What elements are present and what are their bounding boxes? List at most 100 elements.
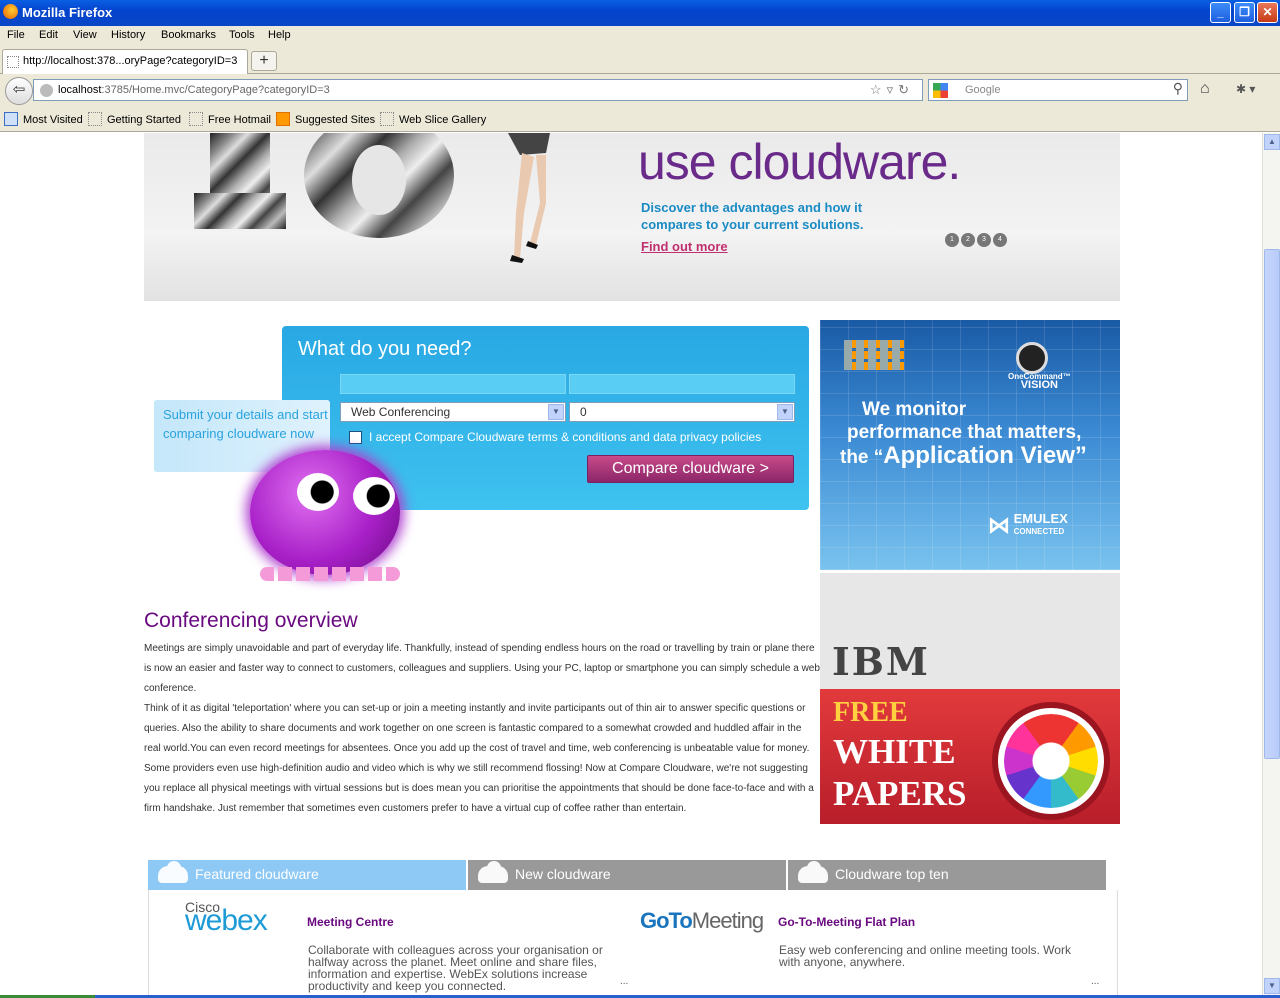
cisco-webex-logo[interactable]: Cisco webex [185,900,268,936]
product-description: Collaborate with colleagues across your … [308,943,603,993]
overview-title: Conferencing overview [144,609,358,632]
ad-line-3-app: Application View [883,442,1075,469]
search-icon[interactable]: ⚲ [1173,80,1183,97]
businesswoman-image [508,133,550,263]
product-name[interactable]: Go-To-Meeting Flat Plan [778,915,915,929]
chevron-down-icon[interactable]: ▼ [777,404,793,420]
overview-body: Meetings are simply unavoidable and part… [144,639,820,819]
tab-label: New cloudware [515,866,611,882]
address-bar[interactable]: localhost:3785/Home.mvc/CategoryPage?cat… [33,79,923,101]
browser-tab[interactable]: http://localhost:378...oryPage?categoryI… [2,49,248,74]
find-out-more-link[interactable]: Find out more [641,239,728,254]
users-value: 0 [580,405,587,419]
back-button[interactable]: ⇦ [5,77,33,105]
menu-edit[interactable]: Edit [39,29,58,41]
dropdown-arrow-icon[interactable]: ▿ [887,82,899,97]
bookmark-most-visited[interactable]: Most Visited [23,114,83,126]
gotomeeting-logo[interactable]: GoToMeeting [640,908,764,934]
cloud-icon [478,861,508,883]
search-box[interactable]: Google ⚲ [928,79,1188,101]
chevron-down-icon[interactable]: ▼ [548,404,564,420]
banner-headline: use cloudware. [638,134,961,190]
bookmark-icon [88,112,102,126]
overview-paragraph: Meetings are simply unavoidable and part… [144,643,820,694]
tab-title: http://localhost:378...oryPage?categoryI… [23,55,238,67]
scrollbar-thumb[interactable] [1264,249,1280,759]
more-link[interactable]: ... [1091,976,1099,987]
ad-line-3-post: ” [1074,442,1087,469]
slide-dot[interactable]: 3 [977,233,991,247]
hero-banner: use cloudware. Discover the advantages a… [144,133,1120,301]
menu-tools[interactable]: Tools [229,29,255,41]
overview-paragraph: Some providers even use high-definition … [144,763,814,814]
emulex-logo: ⋈ EMULEX CONNECTED [988,511,1068,538]
menu-help[interactable]: Help [268,29,291,41]
page-content: use cloudware. Discover the advantages a… [0,133,1262,995]
category-select[interactable]: Web Conferencing ▼ [340,402,566,422]
bookmarks-toolbar: Most Visited Getting Started Free Hotmai… [0,108,1280,132]
slide-dot[interactable]: 1 [945,233,959,247]
slide-dot[interactable]: 2 [961,233,975,247]
home-icon[interactable]: ⌂ [1200,80,1210,98]
emulex-ad[interactable]: OneCommand™ VISION We monitor performanc… [820,320,1120,570]
cubes-graphic [844,340,904,370]
emulex-brand: EMULEX [1013,511,1068,526]
reload-icon[interactable]: ↻ [898,82,914,97]
tab-cloudware-top-ten[interactable]: Cloudware top ten [788,860,1106,890]
menu-view[interactable]: View [73,29,97,41]
product-name[interactable]: Meeting Centre [307,915,394,929]
ad-free-text: FREE [833,697,908,728]
firefox-icon [3,4,18,19]
minimize-button[interactable]: _ [1210,2,1231,23]
ad-line-2: performance that matters, [847,422,1082,443]
close-button[interactable]: ✕ [1257,2,1278,23]
scroll-down-arrow[interactable]: ▼ [1264,978,1280,994]
vertical-scrollbar[interactable]: ▲ ▼ [1262,133,1280,995]
suggested-sites-icon [276,112,290,126]
ibm-logo: IBM [832,639,930,684]
category-value: Web Conferencing [351,405,451,419]
emulex-brand-sub: CONNECTED [1013,527,1065,536]
url-host: localhost [58,84,102,96]
ad-white-word: WHITE [833,732,956,771]
menu-bookmarks[interactable]: Bookmarks [161,29,216,41]
ibm-white-papers-ad[interactable]: IBM FREE WHITE PAPERS [820,573,1120,824]
users-select[interactable]: 0 ▼ [569,402,795,422]
ad-line-3-pre: the “ [840,447,884,468]
maximize-button[interactable]: ❐ [1234,2,1255,23]
menu-history[interactable]: History [111,29,145,41]
logo-meeting-text: Meeting [691,908,764,933]
menu-file[interactable]: File [7,29,25,41]
navigation-bar: ⇦ localhost:3785/Home.mvc/CategoryPage?c… [0,74,1280,108]
cloud-icon [158,861,188,883]
bookmark-icon [189,112,203,126]
bookmark-star-icon[interactable]: ☆ [870,82,887,97]
ad-line-1: We monitor [862,399,967,420]
google-icon[interactable] [933,83,948,98]
bookmark-getting-started[interactable]: Getting Started [107,114,181,126]
slide-dot[interactable]: 4 [993,233,1007,247]
bookmark-free-hotmail[interactable]: Free Hotmail [208,114,271,126]
new-tab-button[interactable]: + [251,51,277,71]
email-input[interactable] [569,374,795,394]
emulex-mark-icon: ⋈ [988,512,1010,538]
bookmark-suggested-sites[interactable]: Suggested Sites [295,114,375,126]
name-input[interactable] [340,374,566,394]
tab-new-cloudware[interactable]: New cloudware [468,860,786,890]
cloud-icon [798,861,828,883]
most-visited-icon [4,112,18,126]
product-list: Cisco webex Meeting Centre Collaborate w… [148,890,1118,995]
scroll-up-arrow[interactable]: ▲ [1264,134,1280,150]
window-title-bar: Mozilla Firefox _ ❐ ✕ [0,0,1280,26]
site-icon [40,84,53,97]
tab-label: Cloudware top ten [835,866,949,882]
purple-mascot-image [245,445,410,585]
foil-digit-one-base [194,193,286,229]
compare-cloudware-button[interactable]: Compare cloudware > [587,455,794,483]
addon-icon[interactable]: ✱ ▾ [1236,82,1255,96]
terms-checkbox[interactable] [349,431,362,444]
more-link[interactable]: ... [620,976,628,987]
onecommand-vision-logo: OneCommand™ VISION [1008,372,1071,391]
tab-featured-cloudware[interactable]: Featured cloudware [148,860,466,890]
bookmark-web-slice-gallery[interactable]: Web Slice Gallery [399,114,486,126]
